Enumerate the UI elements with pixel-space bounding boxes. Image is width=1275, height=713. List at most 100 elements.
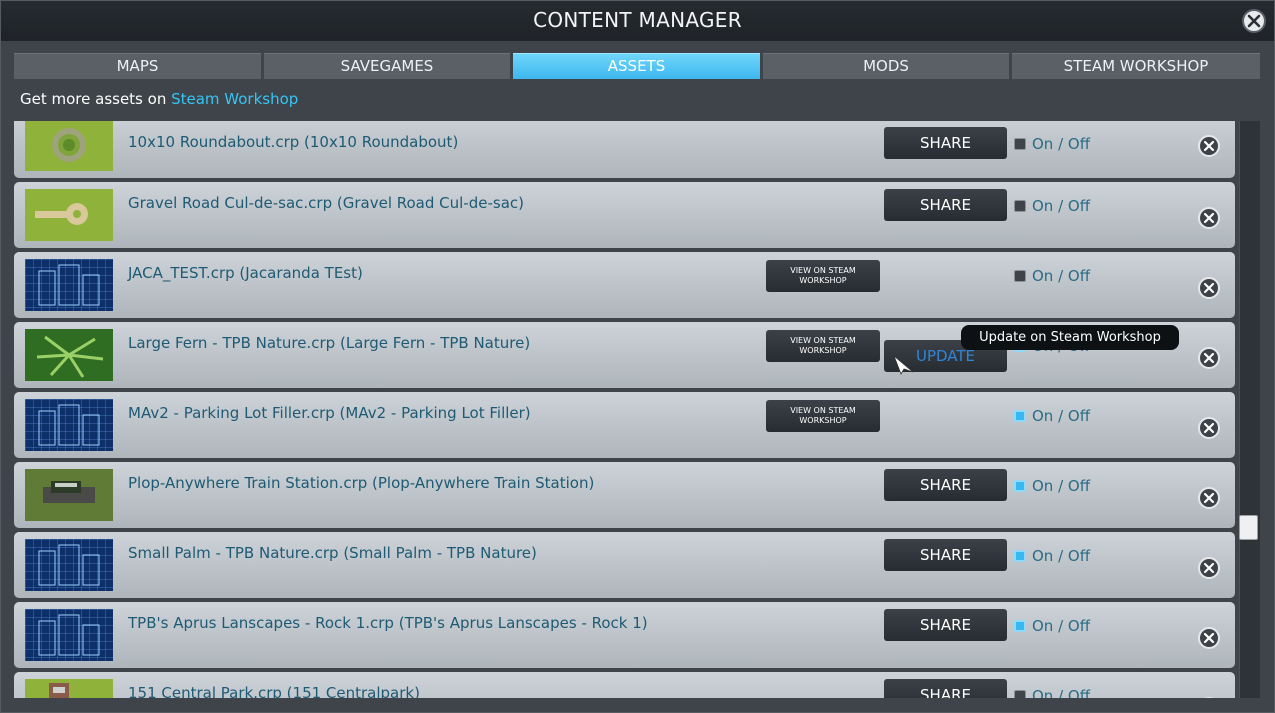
asset-thumbnail (25, 329, 113, 381)
toggle-checkbox[interactable] (1014, 138, 1026, 150)
asset-row: Plop-Anywhere Train Station.crp (Plop-An… (14, 462, 1235, 528)
close-icon (1203, 562, 1215, 574)
tab-bar: MAPS SAVEGAMES ASSETS MODS STEAM WORKSHO… (14, 53, 1261, 79)
on-off-toggle[interactable]: On / Off (1014, 197, 1090, 215)
on-off-toggle[interactable]: On / Off (1014, 267, 1090, 285)
asset-thumbnail (25, 121, 113, 171)
get-more-label: Get more assets on (20, 90, 172, 108)
share-button[interactable]: SHARE (884, 679, 1007, 698)
asset-title: 10x10 Roundabout.crp (10x10 Roundabout) (128, 133, 459, 151)
asset-row: Small Palm - TPB Nature.crp (Small Palm … (14, 532, 1235, 598)
share-button[interactable]: SHARE (884, 127, 1007, 159)
toggle-checkbox[interactable] (1014, 200, 1026, 212)
tooltip: Update on Steam Workshop (961, 325, 1179, 350)
tab-mods[interactable]: MODS (763, 53, 1009, 79)
remove-asset-button[interactable] (1198, 627, 1220, 649)
asset-title: 151 Central Park.crp (151 Centralpark) (128, 684, 420, 698)
view-on-steam-workshop-button[interactable]: VIEW ON STEAM WORKSHOP (766, 260, 880, 292)
close-window-button[interactable] (1242, 9, 1266, 33)
close-icon (1203, 282, 1215, 294)
asset-title: JACA_TEST.crp (Jacaranda TEst) (128, 264, 363, 282)
remove-asset-button[interactable] (1198, 487, 1220, 509)
asset-title: Small Palm - TPB Nature.crp (Small Palm … (128, 544, 537, 562)
asset-thumbnail (25, 399, 113, 451)
asset-row: 10x10 Roundabout.crp (10x10 Roundabout) … (14, 121, 1235, 178)
on-off-toggle[interactable]: On / Off (1014, 617, 1090, 635)
on-off-toggle[interactable]: On / Off (1014, 135, 1090, 153)
toggle-label: On / Off (1032, 135, 1091, 153)
blueprint-thumbnail-icon (38, 264, 100, 306)
blueprint-thumbnail-icon (38, 544, 100, 586)
share-button[interactable]: SHARE (884, 609, 1007, 641)
asset-row: Gravel Road Cul-de-sac.crp (Gravel Road … (14, 182, 1235, 248)
on-off-toggle[interactable]: On / Off (1014, 547, 1090, 565)
get-more-assets-text: Get more assets on Steam Workshop (20, 90, 298, 108)
asset-row: 151 Central Park.crp (151 Centralpark) S… (14, 672, 1235, 698)
mouse-cursor-icon (893, 355, 914, 375)
tab-maps[interactable]: MAPS (14, 53, 261, 79)
toggle-checkbox[interactable] (1014, 690, 1026, 698)
remove-asset-button[interactable] (1198, 277, 1220, 299)
on-off-toggle[interactable]: On / Off (1014, 477, 1090, 495)
scrollbar-thumb[interactable] (1239, 515, 1258, 540)
toggle-checkbox[interactable] (1014, 410, 1026, 422)
remove-asset-button[interactable] (1198, 697, 1220, 698)
toggle-checkbox[interactable] (1014, 550, 1026, 562)
on-off-toggle[interactable]: On / Off (1014, 407, 1090, 425)
train-station-thumbnail-icon (43, 481, 95, 503)
toggle-checkbox[interactable] (1014, 480, 1026, 492)
toggle-label: On / Off (1032, 477, 1091, 495)
asset-list[interactable]: 10x10 Roundabout.crp (10x10 Roundabout) … (14, 121, 1237, 698)
asset-title: Plop-Anywhere Train Station.crp (Plop-An… (128, 474, 595, 492)
window-title-bar: CONTENT MANAGER (1, 1, 1274, 41)
asset-thumbnail (25, 679, 113, 698)
remove-asset-button[interactable] (1198, 557, 1220, 579)
remove-asset-button[interactable] (1198, 207, 1220, 229)
remove-asset-button[interactable] (1198, 135, 1220, 157)
toggle-label: On / Off (1032, 687, 1091, 698)
close-icon (1203, 632, 1215, 644)
cul-de-sac-thumbnail-icon (35, 203, 88, 225)
close-icon (1203, 212, 1215, 224)
scrollbar-track[interactable] (1239, 121, 1260, 698)
asset-thumbnail (25, 259, 113, 311)
roundabout-thumbnail-icon (52, 128, 86, 162)
asset-title: TPB's Aprus Lanscapes - Rock 1.crp (TPB'… (128, 614, 648, 632)
toggle-label: On / Off (1032, 407, 1091, 425)
on-off-toggle[interactable]: On / Off (1014, 687, 1090, 698)
building-thumbnail-icon (49, 683, 69, 698)
asset-thumbnail (25, 469, 113, 521)
close-icon (1203, 140, 1215, 152)
remove-asset-button[interactable] (1198, 417, 1220, 439)
content-manager-window: CONTENT MANAGER MAPS SAVEGAMES ASSETS MO… (0, 0, 1275, 713)
toggle-checkbox[interactable] (1014, 620, 1026, 632)
tab-savegames[interactable]: SAVEGAMES (264, 53, 510, 79)
toggle-checkbox[interactable] (1014, 270, 1026, 282)
blueprint-thumbnail-icon (38, 404, 100, 446)
share-button[interactable]: SHARE (884, 189, 1007, 221)
share-button[interactable]: SHARE (884, 469, 1007, 501)
toggle-label: On / Off (1032, 547, 1091, 565)
fern-thumbnail-icon (36, 335, 104, 378)
view-on-steam-workshop-button[interactable]: VIEW ON STEAM WORKSHOP (766, 400, 880, 432)
toggle-label: On / Off (1032, 617, 1091, 635)
asset-title: Gravel Road Cul-de-sac.crp (Gravel Road … (128, 194, 524, 212)
asset-title: MAv2 - Parking Lot Filler.crp (MAv2 - Pa… (128, 404, 531, 422)
asset-row: MAv2 - Parking Lot Filler.crp (MAv2 - Pa… (14, 392, 1235, 458)
blueprint-thumbnail-icon (38, 614, 100, 656)
asset-thumbnail (25, 539, 113, 591)
close-icon (1203, 492, 1215, 504)
steam-workshop-link[interactable]: Steam Workshop (171, 90, 298, 108)
asset-title: Large Fern - TPB Nature.crp (Large Fern … (128, 334, 531, 352)
window-title: CONTENT MANAGER (533, 8, 742, 32)
share-button[interactable]: SHARE (884, 539, 1007, 571)
asset-thumbnail (25, 609, 113, 661)
tab-steam-workshop[interactable]: STEAM WORKSHOP (1012, 53, 1260, 79)
view-on-steam-workshop-button[interactable]: VIEW ON STEAM WORKSHOP (766, 330, 880, 362)
asset-row: JACA_TEST.crp (Jacaranda TEst) VIEW ON S… (14, 252, 1235, 318)
close-icon (1247, 14, 1261, 28)
remove-asset-button[interactable] (1198, 347, 1220, 369)
toggle-label: On / Off (1032, 197, 1091, 215)
tab-assets[interactable]: ASSETS (513, 53, 760, 79)
close-icon (1203, 352, 1215, 364)
